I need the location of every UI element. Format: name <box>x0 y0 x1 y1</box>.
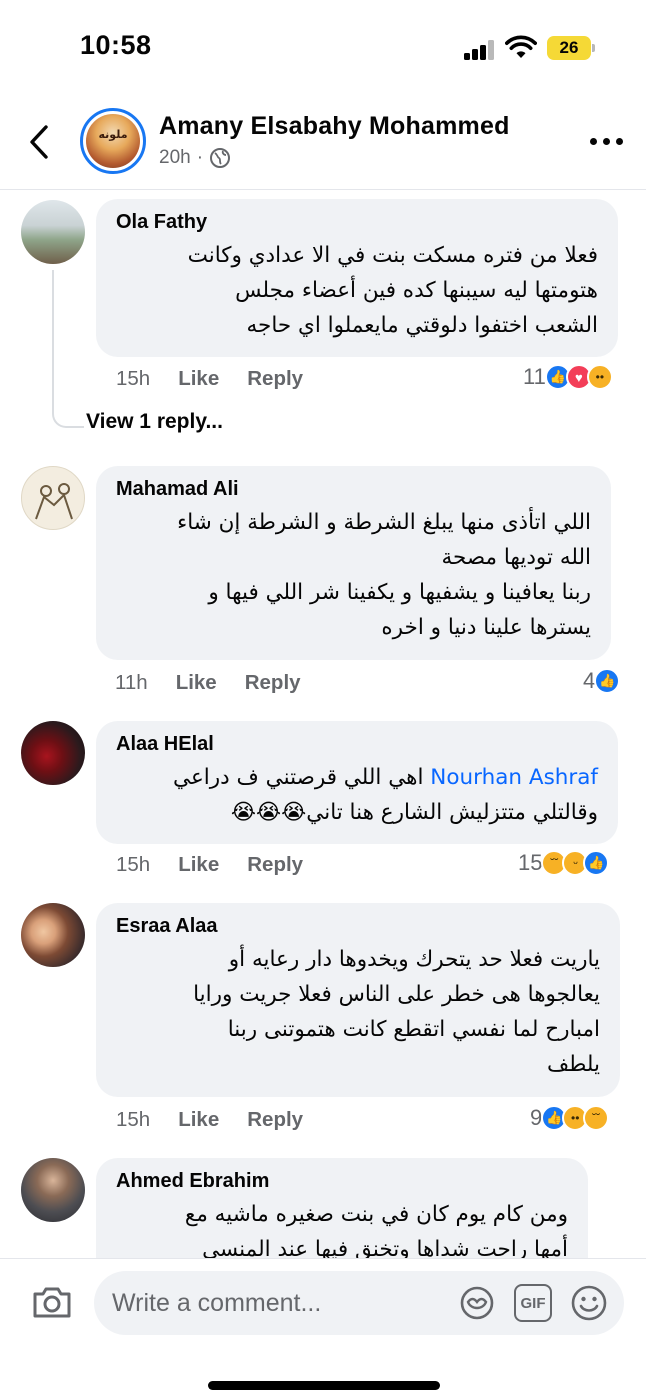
comment-bubble: Alaa HElal Nourhan Ashraf اهي اللي قرصتن… <box>96 721 618 844</box>
comment-line: اللي اتأذى منها يبلغ الشرطة و الشرطة إن … <box>177 510 591 535</box>
page-name[interactable]: Amany Elsabahy Mohammed <box>159 112 510 141</box>
comment-actions: 15h Like Reply <box>116 853 303 877</box>
reaction-summary[interactable]: 11 👍 ♥ •• <box>523 364 613 390</box>
back-arrow-icon[interactable] <box>26 122 54 162</box>
comment-time: 15h <box>116 853 151 876</box>
avatar[interactable] <box>21 200 85 264</box>
avatar-illustration-icon <box>35 483 73 520</box>
like-button[interactable]: Like <box>178 367 219 391</box>
comment-bubble: Esraa Alaa ياريت فعلا حد يتحرك ويخدوها د… <box>96 903 620 1097</box>
reaction-summary[interactable]: 15 ˘˘ ᵕ 👍 <box>518 850 610 876</box>
more-options-icon[interactable] <box>590 138 624 148</box>
comment-line: يلطف <box>547 1052 600 1077</box>
comment-line: ربنا يعافينا و يشفيها و يكفينا شر اللي ف… <box>208 580 591 605</box>
avatar[interactable] <box>21 466 85 530</box>
comment-bubble: Ola Fathy فعلا من فتره مسكت بنت في الا ع… <box>96 199 618 357</box>
emoji-icon[interactable] <box>570 1284 608 1322</box>
comment-actions: 15h Like Reply <box>116 367 303 391</box>
reaction-summary[interactable]: 4 👍 <box>583 668 621 694</box>
gif-label: GIF <box>520 1294 546 1312</box>
post-header: ملونه Amany Elsabahy Mohammed 20h · <box>0 96 646 190</box>
reply-thread-connector <box>52 270 84 428</box>
comment-input[interactable] <box>112 1271 442 1335</box>
reaction-count: 11 <box>523 364 546 389</box>
comment-line: فعلا من فتره مسكت بنت في الا عدادي وكانت <box>187 243 598 268</box>
battery-indicator: 26 <box>547 36 591 60</box>
comment-line: ومن كام يوم كان في بنت صغيره ماشيه مع <box>184 1202 568 1227</box>
comment-time: 15h <box>116 367 151 390</box>
reply-button[interactable]: Reply <box>245 671 301 695</box>
commenter-name[interactable]: Ahmed Ebrahim <box>116 1169 568 1193</box>
avatar-logo-text: ملونه <box>98 129 128 141</box>
reaction-summary[interactable]: 9 👍 •• ˘˘ <box>530 1105 610 1131</box>
post-time: 20h <box>159 147 191 168</box>
reply-button[interactable]: Reply <box>247 853 303 877</box>
wifi-icon <box>505 35 537 58</box>
comment-actions: 15h Like Reply <box>116 1108 303 1132</box>
comment-text: فعلا من فتره مسكت بنت في الا عدادي وكانت… <box>116 238 598 343</box>
reply-button[interactable]: Reply <box>247 1108 303 1132</box>
comment-line: الشعب اختفوا دلوقتي مايعملوا اي حاجه <box>246 313 599 338</box>
like-icon: 👍 <box>583 850 610 876</box>
comment-line: الله توديها مصحة <box>441 545 591 570</box>
comment-time: 15h <box>116 1108 151 1131</box>
camera-icon[interactable] <box>31 1284 73 1320</box>
reply-button[interactable]: Reply <box>247 367 303 391</box>
comment-input-pill: GIF <box>94 1271 624 1335</box>
meta-separator: · <box>196 147 204 168</box>
comment-composer: GIF <box>0 1258 646 1400</box>
status-bar: 10:58 26 <box>0 0 646 96</box>
view-replies-link[interactable]: View 1 reply... <box>86 410 223 434</box>
signal-icon <box>464 40 496 60</box>
comment-line: يعالجوها هى خطر على الناس فعلا جريت وراي… <box>193 982 600 1007</box>
comment-line: Nourhan Ashraf اهي اللي قرصتني ف دراعي <box>116 760 598 795</box>
comment-text: ياريت فعلا حد يتحرك ويخدوها دار رعايه أو… <box>116 942 600 1082</box>
gif-icon[interactable]: GIF <box>514 1284 552 1322</box>
battery-cap <box>592 44 595 52</box>
page-avatar[interactable]: ملونه <box>80 108 146 174</box>
mention-link[interactable]: Nourhan Ashraf <box>430 765 598 790</box>
comment-line: وقالتلي متتزليش الشارع هنا تاني😭😭😭 <box>230 800 598 825</box>
comment-line-text: اهي اللي قرصتني ف دراعي <box>173 765 424 790</box>
commenter-name[interactable]: Esraa Alaa <box>116 914 600 938</box>
avatar[interactable] <box>21 1158 85 1222</box>
avatar-sticker-icon[interactable] <box>458 1284 496 1322</box>
comment-line: ياريت فعلا حد يتحرك ويخدوها دار رعايه أو <box>228 947 600 972</box>
status-time: 10:58 <box>80 30 152 60</box>
like-icon: 👍 <box>594 668 621 694</box>
like-button[interactable]: Like <box>176 671 217 695</box>
like-button[interactable]: Like <box>178 853 219 877</box>
commenter-name[interactable]: Mahamad Ali <box>116 477 591 501</box>
comment-text: اللي اتأذى منها يبلغ الشرطة و الشرطة إن … <box>116 505 591 645</box>
avatar[interactable] <box>21 721 85 785</box>
commenter-name[interactable]: Ola Fathy <box>116 210 598 234</box>
comment-bubble: Mahamad Ali اللي اتأذى منها يبلغ الشرطة … <box>96 466 611 660</box>
comment-line: هتومتها ليه سيبنها كده فين أعضاء مجلس <box>235 278 598 303</box>
comment-line: يسترها علينا دنيا و اخره <box>381 615 591 640</box>
comment-actions: 11h Like Reply <box>115 671 301 695</box>
sad-icon: ˘˘ <box>583 1105 610 1131</box>
wow-icon: •• <box>586 364 613 390</box>
comment-time: 11h <box>115 671 148 694</box>
post-meta: 20h · <box>159 147 231 169</box>
home-indicator <box>208 1381 440 1390</box>
reaction-count: 15 <box>518 850 543 875</box>
avatar[interactable] <box>21 903 85 967</box>
comment-line: امبارح لما نفسي اتقطع كانت هتموتنى ربنا <box>227 1017 600 1042</box>
comment-text: Nourhan Ashraf اهي اللي قرصتني ف دراعي و… <box>116 760 598 830</box>
like-button[interactable]: Like <box>178 1108 219 1132</box>
globe-icon <box>210 148 231 168</box>
commenter-name[interactable]: Alaa HElal <box>116 732 598 756</box>
comment-text: ومن كام يوم كان في بنت صغيره ماشيه مع أم… <box>116 1197 568 1267</box>
